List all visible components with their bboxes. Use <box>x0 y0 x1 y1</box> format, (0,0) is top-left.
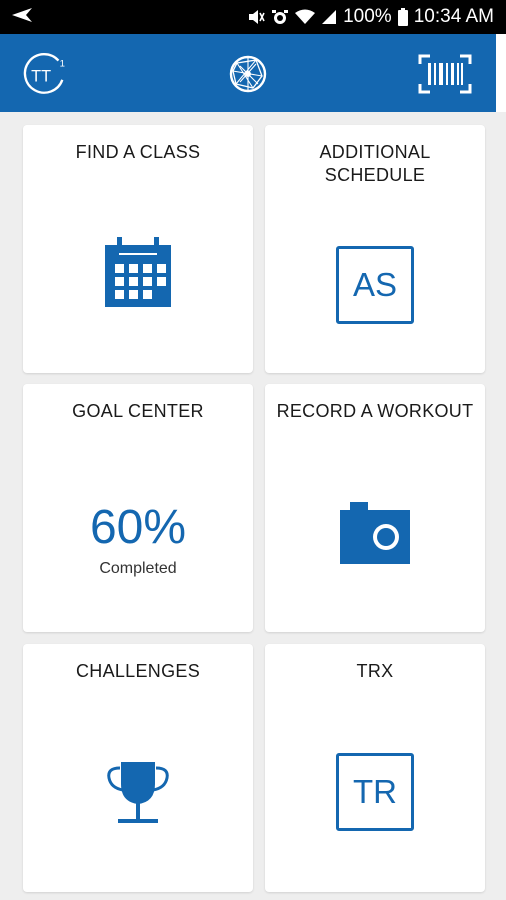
status-bar: 100% 10:34 AM <box>0 0 506 34</box>
mute-icon <box>247 8 265 26</box>
globe-icon <box>229 55 267 93</box>
brand-logo-superscript: 1 <box>60 58 65 69</box>
tr-badge-icon: TR <box>336 753 414 831</box>
app-header: TT 1 <box>0 34 496 112</box>
tile-trx[interactable]: TRX TR <box>265 644 485 892</box>
tile-title: GOAL CENTER <box>72 401 204 421</box>
tile-title: TRX <box>356 661 394 681</box>
wifi-icon <box>295 9 316 25</box>
alarm-icon <box>271 8 289 26</box>
goal-percent: 60% <box>89 501 187 554</box>
header-gutter <box>496 34 506 112</box>
brand-logo-button[interactable]: TT 1 <box>20 53 70 97</box>
dashboard-grid: FIND A CLASS ADDITIONAL SCHEDULE AS GOAL… <box>0 112 506 900</box>
tile-title: RECORD A WORKOUT <box>276 401 474 421</box>
trophy-icon <box>105 762 171 831</box>
camera-icon <box>340 502 410 569</box>
battery-icon <box>397 8 408 26</box>
back-arrow-icon[interactable] <box>12 7 34 27</box>
as-badge-icon: AS <box>336 246 414 324</box>
tile-challenges[interactable]: CHALLENGES <box>23 644 253 892</box>
goal-subtitle: Completed <box>99 560 177 577</box>
tile-goal-center[interactable]: GOAL CENTER 60% Completed <box>23 384 253 632</box>
calendar-icon <box>105 237 171 312</box>
battery-percent: 100% <box>343 6 392 27</box>
brand-logo-icon: TT 1 <box>23 53 65 94</box>
barcode-scan-icon <box>418 54 472 94</box>
signal-icon <box>321 9 337 25</box>
tile-record-a-workout[interactable]: RECORD A WORKOUT <box>265 384 485 632</box>
barcode-scan-button[interactable] <box>418 54 472 94</box>
tile-find-a-class[interactable]: FIND A CLASS <box>23 125 253 373</box>
tile-title-line2: SCHEDULE <box>324 165 426 185</box>
tile-additional-schedule[interactable]: ADDITIONAL SCHEDULE AS <box>265 125 485 373</box>
tile-title-line1: ADDITIONAL <box>319 142 431 162</box>
globe-button[interactable] <box>226 52 270 96</box>
brand-logo-text: TT <box>31 68 51 86</box>
clock-time: 10:34 AM <box>413 6 494 27</box>
tile-title: FIND A CLASS <box>75 142 201 162</box>
tile-title: CHALLENGES <box>75 661 201 681</box>
